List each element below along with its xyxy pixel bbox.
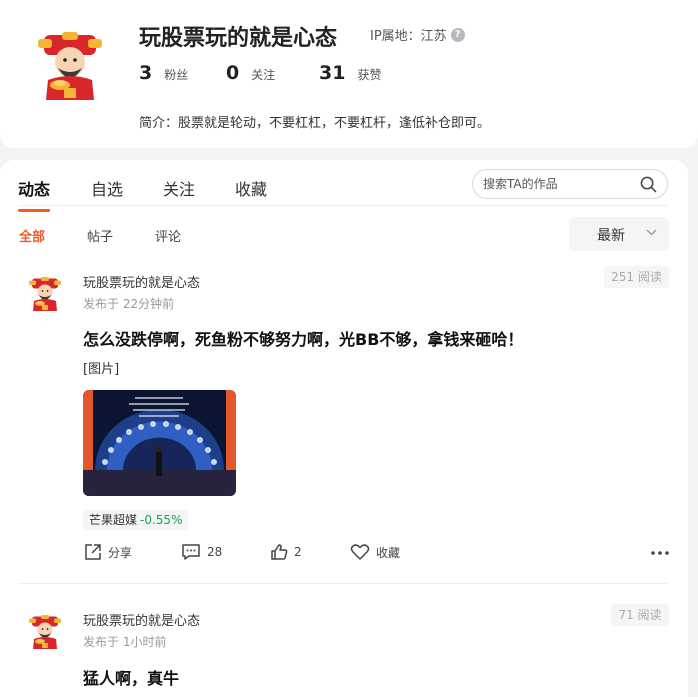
post-divider xyxy=(18,583,668,584)
stat-likes: 31 获赞 xyxy=(319,62,381,84)
like-count: 2 xyxy=(294,545,302,559)
search-input[interactable] xyxy=(483,170,633,198)
sort-label: 最新 xyxy=(597,228,625,244)
profile-bio: 简介：股票就是轮动，不要杠杠，不要杠杆，逢低补仓即可。 xyxy=(139,116,491,131)
stat-following[interactable]: 0 关注 xyxy=(226,62,275,84)
stock-tag[interactable]: 芒果超媒 -0.55% xyxy=(83,510,189,530)
tab-following[interactable]: 关注 xyxy=(163,176,195,200)
ip-location: IP属地：江苏 ? xyxy=(370,25,465,44)
post-author[interactable]: 玩股票玩的就是心态 xyxy=(83,610,200,629)
subtab-all[interactable]: 全部 xyxy=(19,226,45,245)
search-icon[interactable] xyxy=(640,176,657,193)
subtab-posts[interactable]: 帖子 xyxy=(87,226,113,245)
share-button[interactable]: 分享 xyxy=(84,543,132,561)
read-count: 251 阅读 xyxy=(604,266,669,288)
tab-favorites[interactable]: 收藏 xyxy=(235,176,267,200)
chevron-down-icon xyxy=(646,229,657,236)
content-card: 动态 自选 关注 收藏 全部 帖子 评论 最新 玩股票玩的就是心态 发布于 22… xyxy=(0,160,688,697)
sort-dropdown[interactable]: 最新 xyxy=(569,217,669,251)
question-circle-icon[interactable]: ? xyxy=(450,27,465,42)
avatar[interactable] xyxy=(34,30,106,102)
stat-number: 3 xyxy=(139,62,153,84)
heart-icon xyxy=(350,544,370,560)
search-box xyxy=(472,169,668,199)
stat-number: 31 xyxy=(319,62,346,84)
post-avatar[interactable] xyxy=(27,276,63,312)
post-title[interactable]: 怎么没跌停啊，死鱼粉不够努力啊，光BB不够，拿钱来砸哈！ xyxy=(83,326,523,350)
share-icon xyxy=(85,544,101,560)
post-title[interactable]: 猛人啊，真牛 xyxy=(83,665,179,689)
post-time: 发布于 22分钟前 xyxy=(83,297,175,311)
subtab-comments[interactable]: 评论 xyxy=(155,226,181,245)
stock-change: -0.55% xyxy=(140,513,183,527)
favorite-label: 收藏 xyxy=(376,545,401,560)
comment-count: 28 xyxy=(207,545,223,559)
post-time: 发布于 1小时前 xyxy=(83,635,167,649)
read-count: 71 阅读 xyxy=(611,604,669,626)
tab-activity[interactable]: 动态 xyxy=(18,176,51,212)
profile-header: 玩股票玩的就是心态 IP属地：江苏 ? 3 粉丝 0 关注 31 获赞 简介：股… xyxy=(0,0,698,148)
thumbs-up-icon xyxy=(271,544,288,560)
post-image-label: [图片] xyxy=(83,362,120,377)
post-avatar[interactable] xyxy=(27,614,63,650)
stat-number: 0 xyxy=(226,62,240,84)
stock-name: 芒果超媒 xyxy=(89,513,138,527)
tab-watchlist[interactable]: 自选 xyxy=(91,176,123,200)
more-icon[interactable] xyxy=(650,550,670,556)
stat-fans[interactable]: 3 粉丝 xyxy=(139,62,188,84)
favorite-button[interactable]: 收藏 xyxy=(350,543,400,561)
stat-label: 获赞 xyxy=(357,68,382,82)
comment-icon xyxy=(182,544,200,560)
ip-label: IP属地：江苏 xyxy=(370,29,447,44)
share-label: 分享 xyxy=(108,545,133,560)
post-author[interactable]: 玩股票玩的就是心态 xyxy=(83,272,200,291)
comment-button[interactable]: 28 xyxy=(181,543,222,561)
stat-label: 粉丝 xyxy=(164,68,189,82)
stat-label: 关注 xyxy=(251,68,276,82)
like-button[interactable]: 2 xyxy=(270,543,302,561)
profile-name: 玩股票玩的就是心态 xyxy=(139,26,338,51)
post-image[interactable] xyxy=(83,390,236,496)
